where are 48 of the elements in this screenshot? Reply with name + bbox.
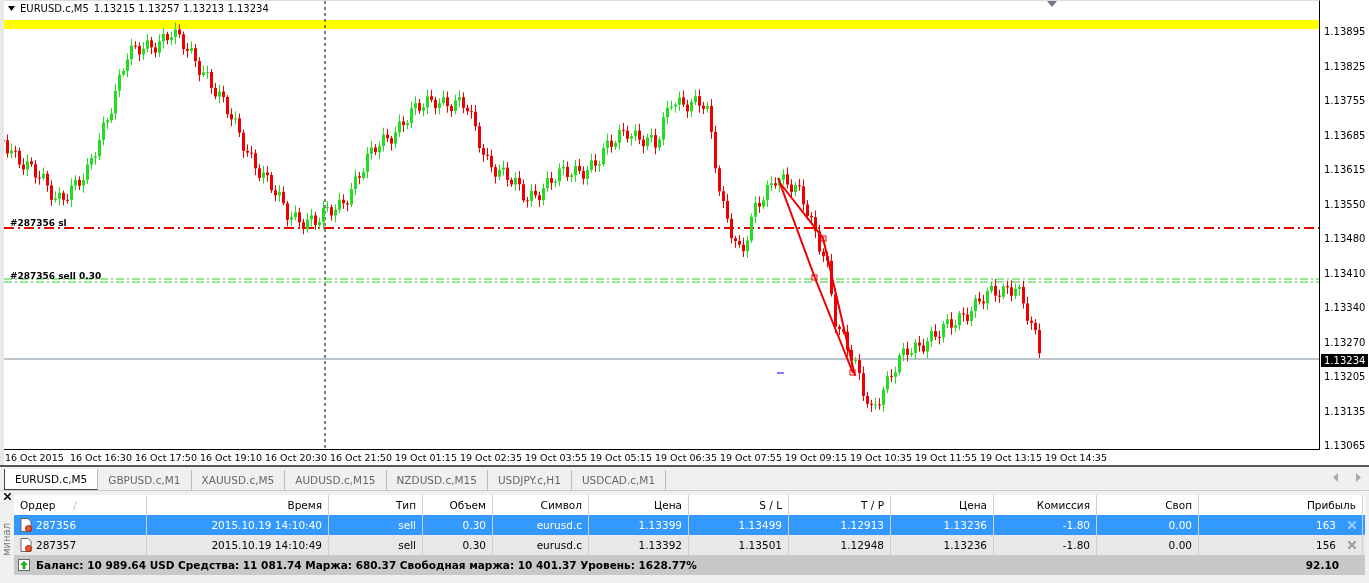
time-label: 19 Oct 03:55 [524,452,588,463]
close-icon[interactable] [3,493,11,500]
price-label: 1.13685 [1323,129,1367,142]
time-label: 19 Oct 14:35 [1044,452,1108,463]
time-label: 19 Oct 09:15 [784,452,848,463]
price-label: 1.13615 [1323,164,1367,176]
price-label: 1.13895 [1323,26,1367,38]
time-label: 19 Oct 13:15 [979,452,1043,463]
up-arrow-icon [18,559,30,571]
time-label: 19 Oct 07:55 [719,452,783,463]
dropdown-icon[interactable] [8,6,15,11]
chart-symbol: EURUSD.c,M5 [20,3,89,14]
order-label: #287356 sell 0.30 [10,271,102,281]
account-summary: Баланс: 10 989.64 USD Средства: 11 081.74 Маржа: 680.37 Свободная маржа: 10 401.37 Уровень: 1628.77% [36,559,698,571]
current-price-label: 1.13234 [1321,354,1369,367]
triangle-marker-icon [1047,1,1057,7]
total-profit: 92.10 [1304,559,1340,571]
price-label: 1.13410 [1323,267,1367,280]
time-label: 19 Oct 11:55 [914,452,978,463]
time-label: 16 Oct 2015 [4,452,65,463]
order-icon [20,538,32,552]
time-label: 16 Oct 16:30 [69,452,133,463]
time-label: 19 Oct 01:15 [394,452,458,463]
price-label: 1.13270 [1323,336,1367,349]
time-label: 19 Oct 02:35 [459,452,523,463]
price-label: 1.13755 [1323,95,1367,107]
order-icon [20,518,32,532]
chart-ohlc: 1.13215 1.13257 1.13213 1.13234 [93,3,269,14]
panel-title: минал [1,522,13,557]
time-label: 19 Oct 06:35 [654,452,718,463]
chart-tab[interactable]: EURUSD.c,M5 [4,469,99,490]
scroll-arrows-icon[interactable] [1333,473,1361,482]
time-label: 16 Oct 19:10 [199,452,263,463]
price-label: 1.13065 [1323,440,1367,452]
time-label: 19 Oct 10:35 [849,452,913,463]
time-label: 16 Oct 20:30 [264,452,328,463]
time-label: 19 Oct 05:15 [589,452,653,463]
price-label: 1.13205 [1323,371,1367,383]
price-label: 1.13340 [1323,302,1367,314]
time-label: 16 Oct 21:50 [329,452,393,463]
stop-loss-label: #287356 sl [10,218,67,228]
order-row[interactable]: 287357 2015.10.19 14:10:49 sell 0.30 eurusd.c 1.13392 1.13501 1.12948 1.13236 -1.80 0.00 156 [14,535,1365,555]
price-label: 1.13135 [1323,405,1367,418]
price-label: 1.13480 [1323,233,1367,245]
time-label: 16 Oct 17:50 [134,452,198,463]
dash-mark [776,372,785,374]
price-label: 1.13550 [1323,198,1367,211]
price-label: 1.13825 [1323,60,1367,73]
